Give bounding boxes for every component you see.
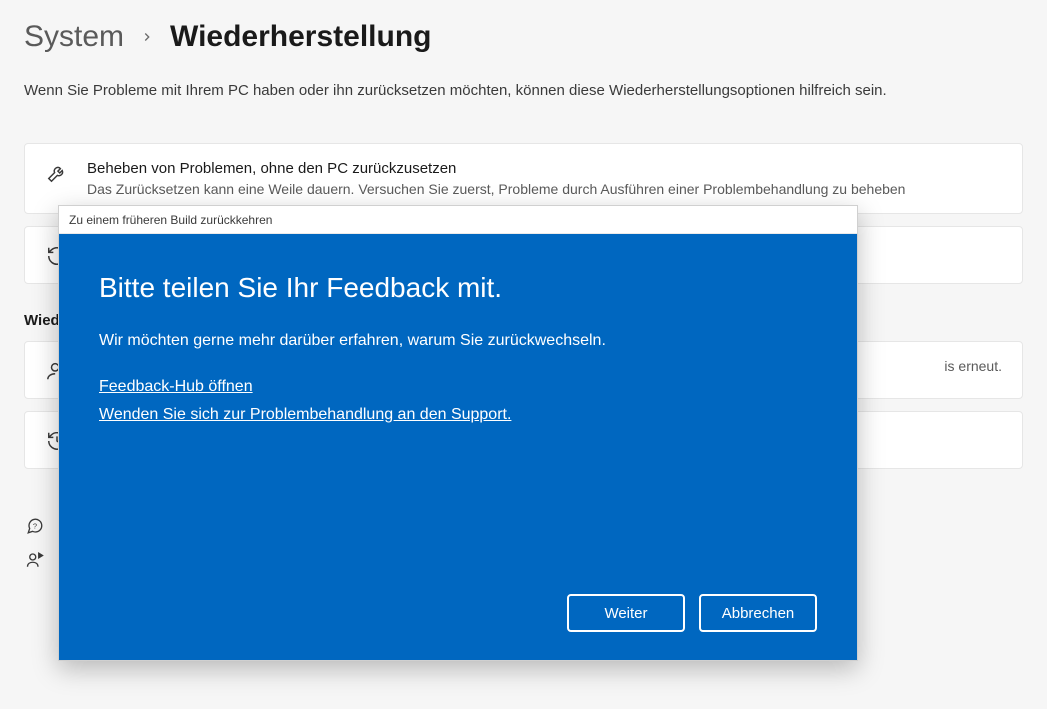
- troubleshoot-title: Beheben von Problemen, ohne den PC zurüc…: [87, 160, 1002, 177]
- dialog-text: Wir möchten gerne mehr darüber erfahren,…: [99, 332, 817, 350]
- page-description: Wenn Sie Probleme mit Ihrem PC haben ode…: [24, 82, 1023, 99]
- troubleshoot-subtitle: Das Zurücksetzen kann eine Weile dauern.…: [87, 181, 1002, 197]
- dialog-titlebar[interactable]: Zu einem früheren Build zurückkehren: [59, 206, 857, 234]
- dialog-heading: Bitte teilen Sie Ihr Feedback mit.: [99, 272, 817, 304]
- troubleshoot-card[interactable]: Beheben von Problemen, ohne den PC zurüc…: [24, 143, 1023, 214]
- wrench-icon: [45, 160, 69, 184]
- dialog-body: Bitte teilen Sie Ihr Feedback mit. Wir m…: [59, 234, 857, 660]
- svg-text:?: ?: [33, 521, 37, 530]
- dialog-buttons: Weiter Abbrechen: [99, 594, 817, 632]
- page-title: Wiederherstellung: [170, 20, 431, 54]
- breadcrumb-parent[interactable]: System: [24, 20, 124, 54]
- rollback-dialog: Zu einem früheren Build zurückkehren Bit…: [58, 205, 858, 661]
- dialog-window-title: Zu einem früheren Build zurückkehren: [69, 213, 272, 227]
- next-button[interactable]: Weiter: [567, 594, 685, 632]
- open-feedback-hub-link[interactable]: Feedback-Hub öffnen: [99, 378, 253, 396]
- help-icon: ?: [24, 517, 46, 535]
- feedback-icon: [24, 551, 46, 569]
- cancel-button[interactable]: Abbrechen: [699, 594, 817, 632]
- chevron-right-icon: [140, 30, 154, 44]
- breadcrumb: System Wiederherstellung: [24, 20, 1023, 54]
- contact-support-link[interactable]: Wenden Sie sich zur Problembehandlung an…: [99, 406, 511, 424]
